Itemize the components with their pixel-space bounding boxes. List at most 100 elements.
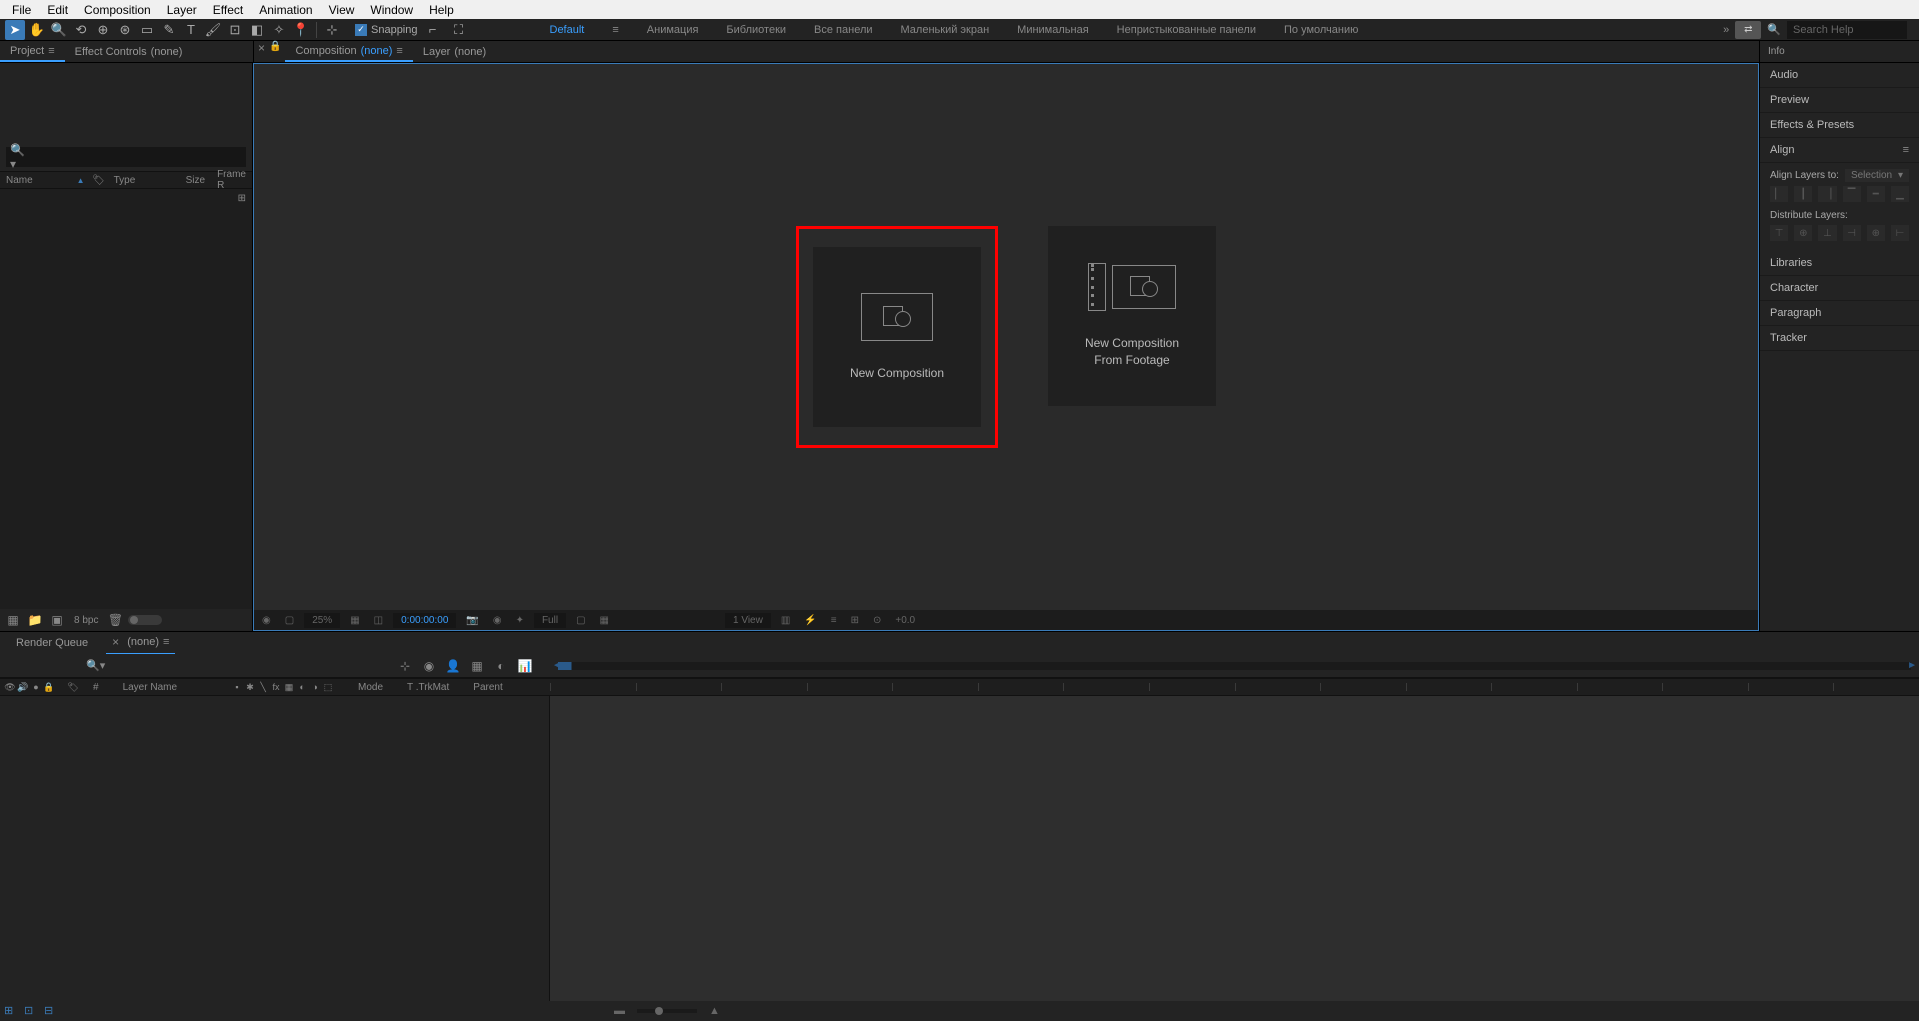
preview-panel-tab[interactable]: Preview xyxy=(1760,88,1919,113)
eraser-tool-icon[interactable]: ◧ xyxy=(247,20,267,40)
col-layer-name[interactable]: Layer Name xyxy=(113,682,187,693)
sync-settings-icon[interactable]: ⇄ xyxy=(1735,21,1761,39)
puppet-tool-icon[interactable]: 📍 xyxy=(291,20,311,40)
lock-col-icon[interactable]: 🔒 xyxy=(43,681,55,693)
resolution-select[interactable]: Full xyxy=(534,613,566,628)
comp-mini-flow-icon[interactable]: ⊹ xyxy=(396,658,414,674)
timeline-tab-menu-icon[interactable]: ≡ xyxy=(163,636,169,648)
menu-window[interactable]: Window xyxy=(362,1,421,19)
dist-right-icon[interactable]: ⊢ xyxy=(1891,225,1909,241)
project-tab[interactable]: Project ≡ xyxy=(0,41,65,62)
new-composition-card[interactable]: New Composition xyxy=(813,247,981,427)
video-col-icon[interactable]: 👁 xyxy=(4,681,16,693)
new-folder-icon[interactable]: 📁 xyxy=(26,612,44,628)
project-tab-menu-icon[interactable]: ≡ xyxy=(48,45,54,57)
type-tool-icon[interactable]: T xyxy=(181,20,201,40)
zoom-tool-icon[interactable]: 🔍 xyxy=(49,20,69,40)
time-ruler[interactable] xyxy=(550,683,1919,691)
align-hcenter-icon[interactable]: ┃ xyxy=(1794,186,1812,202)
label-col-icon[interactable]: 🏷 xyxy=(67,681,79,693)
snapshot-icon[interactable]: 📷 xyxy=(462,615,482,626)
adjustment-icon[interactable]: ◑ xyxy=(309,681,321,693)
pan-behind-tool-icon[interactable]: ⊛ xyxy=(115,20,135,40)
workspace-minimal[interactable]: Минимальная xyxy=(1017,24,1089,36)
workspace-libraries[interactable]: Библиотеки xyxy=(726,24,786,36)
new-comp-from-footage-card[interactable]: New CompositionFrom Footage xyxy=(1048,226,1216,406)
menu-file[interactable]: File xyxy=(4,1,39,19)
solo-col-icon[interactable]: ● xyxy=(30,681,42,693)
hand-tool-icon[interactable]: ✋ xyxy=(27,20,47,40)
workspace-default-ru[interactable]: По умолчанию xyxy=(1284,24,1358,36)
col-frame[interactable]: Frame R xyxy=(211,169,252,191)
selection-tool-icon[interactable]: ➤ xyxy=(5,20,25,40)
toggle-switches-icon[interactable]: ⊞ xyxy=(4,1004,20,1018)
align-vcenter-icon[interactable]: ━ xyxy=(1867,186,1885,202)
current-time[interactable]: 0:00:00:00 xyxy=(393,613,456,628)
pixel-aspect-icon[interactable]: ▥ xyxy=(777,615,794,626)
view-layout-select[interactable]: 1 View xyxy=(725,613,771,628)
align-bottom-icon[interactable]: ▁ xyxy=(1891,186,1909,202)
thumbnail-slider[interactable] xyxy=(128,615,162,625)
graph-editor-icon[interactable]: 📊 xyxy=(516,658,534,674)
interpret-footage-icon[interactable]: ▦ xyxy=(4,612,22,628)
local-axis-icon[interactable]: ⊹ xyxy=(322,20,342,40)
snapping-checkbox[interactable]: ✓ xyxy=(355,24,367,36)
roi-icon[interactable]: ▢ xyxy=(572,615,589,626)
frame-blend-sw-icon[interactable]: ▦ xyxy=(283,681,295,693)
search-help-input[interactable]: Search Help xyxy=(1787,21,1907,39)
col-sort-icon[interactable]: ▲ xyxy=(72,176,90,185)
grid-icon[interactable]: ▦ xyxy=(346,615,363,626)
workspace-animation[interactable]: Анимация xyxy=(647,24,699,36)
frame-blend-icon[interactable]: ▦ xyxy=(468,658,486,674)
render-queue-tab[interactable]: Render Queue xyxy=(10,633,94,653)
menu-view[interactable]: View xyxy=(321,1,363,19)
workspace-default[interactable]: Default xyxy=(550,24,585,36)
align-left-icon[interactable]: ▏ xyxy=(1770,186,1788,202)
dist-left-icon[interactable]: ⊣ xyxy=(1843,225,1861,241)
col-size[interactable]: Size xyxy=(171,175,211,186)
libraries-panel-tab[interactable]: Libraries xyxy=(1760,251,1919,276)
col-num[interactable]: # xyxy=(83,682,109,693)
menu-effect[interactable]: Effect xyxy=(205,1,251,19)
work-area-bar[interactable] xyxy=(558,662,1911,670)
align-right-icon[interactable]: ▕ xyxy=(1818,186,1836,202)
snap-opt1-icon[interactable]: ⌐ xyxy=(423,20,443,40)
timeline-icon[interactable]: ≡ xyxy=(827,615,841,626)
toggle-modes-icon[interactable]: ⊡ xyxy=(24,1004,40,1018)
exposure-value[interactable]: +0.0 xyxy=(891,615,919,626)
align-panel-tab[interactable]: Align≡ xyxy=(1760,138,1919,163)
camera-tool-icon[interactable]: ⊕ xyxy=(93,20,113,40)
composition-tab[interactable]: Composition (none) ≡ xyxy=(285,41,412,62)
brush-tool-icon[interactable]: 🖌 xyxy=(203,20,223,40)
dist-top-icon[interactable]: ⊤ xyxy=(1770,225,1788,241)
new-comp-icon[interactable]: ▣ xyxy=(48,612,66,628)
zoom-out-icon[interactable]: ▬ xyxy=(614,1005,625,1017)
toggle-in-out-icon[interactable]: ⊟ xyxy=(44,1004,60,1018)
col-name[interactable]: Name xyxy=(0,175,72,186)
workspace-dropdown-icon[interactable]: ≡ xyxy=(612,24,618,36)
delete-icon[interactable]: 🗑 xyxy=(106,612,124,628)
shy-icon[interactable]: ▪ xyxy=(231,681,243,693)
orbit-tool-icon[interactable]: ⟲ xyxy=(71,20,91,40)
align-top-icon[interactable]: ▔ xyxy=(1843,186,1861,202)
dist-vcenter-icon[interactable]: ⊕ xyxy=(1794,225,1812,241)
layer-list[interactable] xyxy=(0,696,550,1001)
col-trkmat[interactable]: T .TrkMat xyxy=(407,682,449,693)
channel-icon[interactable]: ◉ xyxy=(489,615,506,626)
fast-preview-icon[interactable]: ⚡ xyxy=(800,615,820,626)
menu-animation[interactable]: Animation xyxy=(251,1,320,19)
zoom-in-icon[interactable]: ▲ xyxy=(709,1005,720,1017)
audio-col-icon[interactable]: 🔊 xyxy=(17,681,29,693)
timeline-tab-close-icon[interactable]: × xyxy=(112,635,119,649)
draft3d-icon[interactable]: ◉ xyxy=(420,658,438,674)
color-mgmt-icon[interactable]: ✦ xyxy=(512,615,528,626)
snap-opt2-icon[interactable]: ⛶ xyxy=(449,20,469,40)
roto-tool-icon[interactable]: ✧ xyxy=(269,20,289,40)
magnification-icon[interactable]: ▢ xyxy=(281,615,298,626)
pen-tool-icon[interactable]: ✎ xyxy=(159,20,179,40)
character-panel-tab[interactable]: Character xyxy=(1760,276,1919,301)
layer-tab[interactable]: Layer (none) xyxy=(413,41,496,62)
fx-icon[interactable]: fx xyxy=(270,681,282,693)
zoom-select[interactable]: 25% xyxy=(304,613,340,628)
timeline-none-tab[interactable]: × (none) ≡ xyxy=(106,631,175,655)
